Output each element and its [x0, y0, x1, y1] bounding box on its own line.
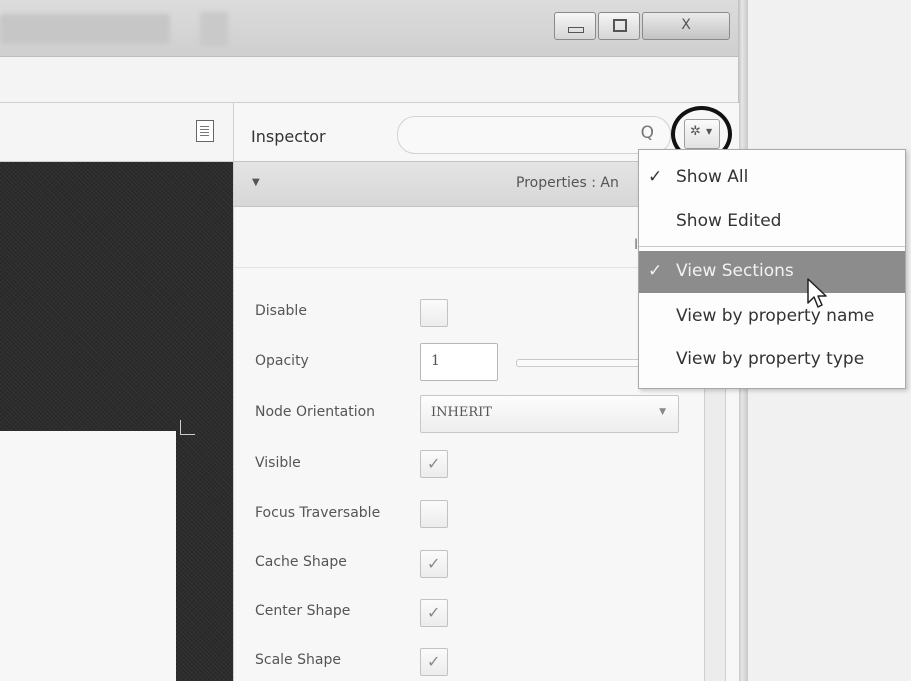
node-orientation-value: INHERIT	[431, 405, 492, 420]
focus-traversable-label: Focus Traversable	[255, 505, 381, 521]
scale-shape-checkbox[interactable]: ✓	[420, 648, 448, 676]
inspector-title: Inspector	[251, 127, 326, 146]
minimize-icon	[568, 27, 584, 33]
menu-item-label: Show Edited	[676, 211, 782, 231]
center-shape-label: Center Shape	[255, 603, 351, 619]
section-subheader: I	[234, 227, 704, 268]
menu-separator	[639, 246, 905, 247]
mouse-cursor-icon	[807, 278, 827, 308]
menu-bar	[0, 57, 738, 103]
checkmark-icon: ✓	[427, 554, 441, 573]
visible-checkbox[interactable]: ✓	[420, 450, 448, 478]
opacity-label: Opacity	[255, 353, 309, 369]
maximize-icon	[613, 19, 627, 32]
visible-label: Visible	[255, 455, 301, 471]
maximize-button[interactable]	[598, 12, 640, 40]
settings-dropdown-menu: ✓ Show All Show Edited ✓ View Sections V…	[638, 149, 906, 389]
cache-shape-label: Cache Shape	[255, 554, 347, 570]
menu-item-view-sections[interactable]: ✓ View Sections	[639, 251, 905, 293]
center-shape-checkbox[interactable]: ✓	[420, 599, 448, 627]
focus-traversable-checkbox[interactable]	[420, 500, 448, 528]
section-title: Properties : An	[516, 175, 619, 191]
properties-section-header[interactable]: ▼ Properties : An	[234, 161, 704, 207]
node-orientation-label: Node Orientation	[255, 404, 376, 420]
disable-checkbox[interactable]	[420, 299, 448, 327]
close-icon: X	[681, 17, 691, 33]
close-button[interactable]: X	[642, 12, 730, 40]
check-icon: ✓	[648, 167, 663, 187]
menu-item-label: Show All	[676, 167, 749, 187]
blurred-title-area	[200, 12, 228, 46]
search-input[interactable]: Q	[397, 116, 671, 154]
checkmark-icon: ✓	[427, 454, 441, 473]
checkmark-icon: ✓	[427, 652, 441, 671]
menu-item-view-by-property-name[interactable]: View by property name	[639, 296, 905, 338]
canvas-corner-marker	[180, 420, 195, 435]
collapse-arrow-icon[interactable]: ▼	[252, 177, 260, 188]
disable-label: Disable	[255, 303, 307, 319]
opacity-field[interactable]: 1	[420, 343, 498, 381]
node-orientation-select[interactable]: INHERIT ▼	[420, 395, 679, 433]
document-icon[interactable]	[196, 120, 214, 142]
menu-item-view-by-property-type[interactable]: View by property type	[639, 339, 905, 381]
canvas-content-area[interactable]	[0, 431, 176, 681]
window-controls: X	[550, 8, 740, 44]
checkmark-icon: ✓	[427, 603, 441, 622]
chevron-down-icon: ▼	[659, 407, 666, 417]
opacity-value: 1	[431, 353, 440, 369]
check-icon: ✓	[648, 261, 663, 281]
cache-shape-checkbox[interactable]: ✓	[420, 550, 448, 578]
blurred-title-area	[0, 14, 170, 44]
menu-item-show-edited[interactable]: Show Edited	[639, 201, 905, 243]
menu-item-label: View Sections	[676, 261, 794, 281]
minimize-button[interactable]	[554, 12, 596, 40]
search-icon: Q	[640, 123, 654, 143]
menu-item-show-all[interactable]: ✓ Show All	[639, 157, 905, 199]
scale-shape-label: Scale Shape	[255, 652, 341, 668]
window-titlebar: X	[0, 0, 748, 57]
menu-item-label: View by property type	[676, 349, 865, 369]
menu-item-label: View by property name	[676, 306, 875, 326]
